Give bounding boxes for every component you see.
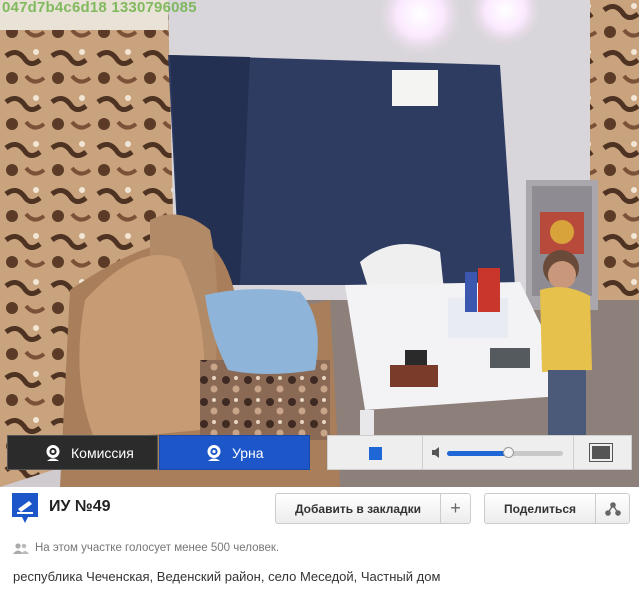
- webcam-icon: [207, 444, 221, 461]
- fullscreen-icon: [589, 443, 613, 462]
- volume-knob[interactable]: [503, 447, 515, 458]
- camera-commission-button[interactable]: Комиссия: [7, 435, 158, 470]
- station-info-panel: ИУ №49 Добавить в закладки + Поделиться …: [0, 487, 639, 597]
- ballot-logo-icon: [12, 493, 38, 523]
- webcam-icon: [46, 444, 60, 461]
- bookmark-button[interactable]: Добавить в закладки +: [275, 493, 471, 524]
- fullscreen-button[interactable]: [573, 436, 631, 469]
- people-icon: [13, 542, 29, 554]
- camera-scene: [0, 0, 639, 487]
- volume-fill: [447, 451, 509, 456]
- plus-icon: +: [450, 498, 461, 518]
- player-bar: [327, 435, 632, 470]
- station-title: ИУ №49: [49, 498, 111, 515]
- voters-note: На этом участке голосует менее 500 челов…: [13, 542, 279, 554]
- voters-note-text: На этом участке голосует менее 500 челов…: [35, 542, 280, 554]
- share-label: Поделиться: [485, 494, 596, 523]
- player-controls: Комиссия Урна: [0, 434, 639, 472]
- share-button[interactable]: Поделиться: [484, 493, 630, 524]
- bookmark-label: Добавить в закладки: [276, 494, 441, 523]
- video-feed: 047d7b4c6d18 1330796085: [0, 0, 639, 487]
- volume-slider[interactable]: [447, 447, 563, 458]
- stop-icon: [369, 447, 382, 460]
- station-address: республика Чеченская, Веденский район, с…: [13, 569, 441, 584]
- camera-commission-label: Комиссия: [71, 444, 134, 461]
- share-icon: [604, 501, 621, 516]
- camera-id-overlay: 047d7b4c6d18 1330796085: [2, 0, 197, 16]
- camera-urn-button[interactable]: Урна: [159, 435, 310, 470]
- camera-urn-label: Урна: [232, 444, 264, 461]
- speaker-icon: [432, 447, 439, 458]
- volume-control: [423, 436, 574, 469]
- stop-button[interactable]: [328, 436, 423, 469]
